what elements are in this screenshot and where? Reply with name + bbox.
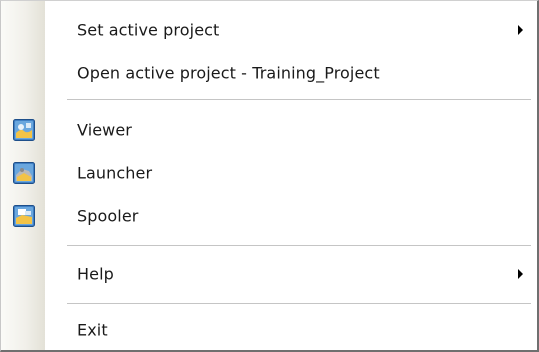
menu-separator bbox=[67, 303, 531, 304]
menu-item-open-active-project[interactable]: Open active project - Training_Project bbox=[1, 53, 537, 93]
menu-item-set-active-project[interactable]: Set active project bbox=[1, 10, 537, 50]
menu-item-spooler[interactable]: Spooler bbox=[1, 196, 537, 236]
menu-item-exit[interactable]: Exit bbox=[1, 310, 537, 350]
menu-item-label: Launcher bbox=[77, 163, 153, 183]
menu-item-help[interactable]: Help bbox=[1, 254, 537, 294]
menu-item-label: Viewer bbox=[77, 120, 132, 140]
launcher-icon bbox=[13, 162, 35, 184]
viewer-icon bbox=[13, 119, 35, 141]
menu-item-label: Set active project bbox=[77, 20, 220, 40]
menu-separator bbox=[67, 245, 531, 246]
submenu-arrow-icon bbox=[518, 269, 523, 279]
menu-separator bbox=[67, 99, 531, 100]
spooler-icon bbox=[13, 205, 35, 227]
menu-item-label: Help bbox=[77, 264, 114, 284]
menu-item-viewer[interactable]: Viewer bbox=[1, 110, 537, 150]
context-menu: Set active project Open active project -… bbox=[0, 0, 539, 352]
menu-item-label: Open active project - Training_Project bbox=[77, 63, 380, 83]
menu-item-label: Exit bbox=[77, 320, 108, 340]
submenu-arrow-icon bbox=[518, 25, 523, 35]
menu-item-label: Spooler bbox=[77, 206, 139, 226]
menu-item-launcher[interactable]: Launcher bbox=[1, 153, 537, 193]
